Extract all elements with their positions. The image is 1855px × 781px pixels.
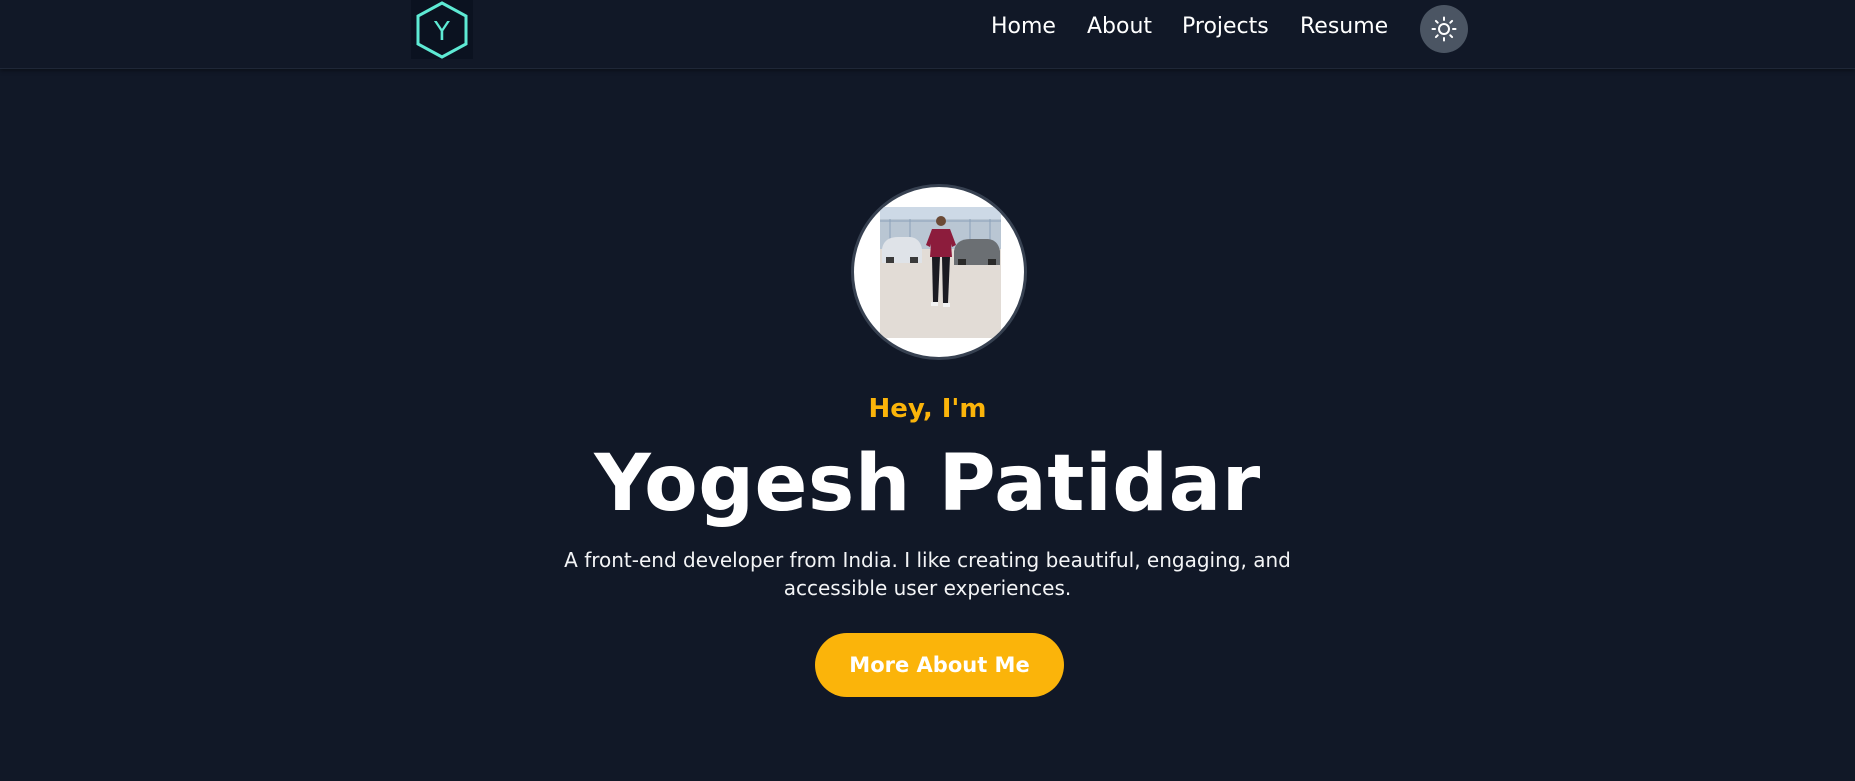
more-about-me-button[interactable]: More About Me <box>815 633 1064 697</box>
theme-toggle-button[interactable] <box>1420 5 1468 53</box>
nav-projects[interactable]: Projects <box>1182 14 1269 39</box>
sun-icon <box>1431 16 1457 42</box>
hero-greeting: Hey, I'm <box>868 394 987 424</box>
hero-tagline: A front-end developer from India. I like… <box>564 548 1291 600</box>
logo-letter: Y <box>433 17 450 47</box>
site-logo[interactable]: Y <box>411 0 473 59</box>
top-navbar: Y Home About Projects Resume <box>0 0 1855 69</box>
nav-about[interactable]: About <box>1087 14 1152 39</box>
profile-photo <box>880 207 1001 338</box>
profile-avatar <box>851 184 1027 360</box>
nav-home[interactable]: Home <box>991 14 1056 39</box>
hero-name: Yogesh Patidar <box>594 439 1261 529</box>
nav-resume[interactable]: Resume <box>1300 14 1388 39</box>
